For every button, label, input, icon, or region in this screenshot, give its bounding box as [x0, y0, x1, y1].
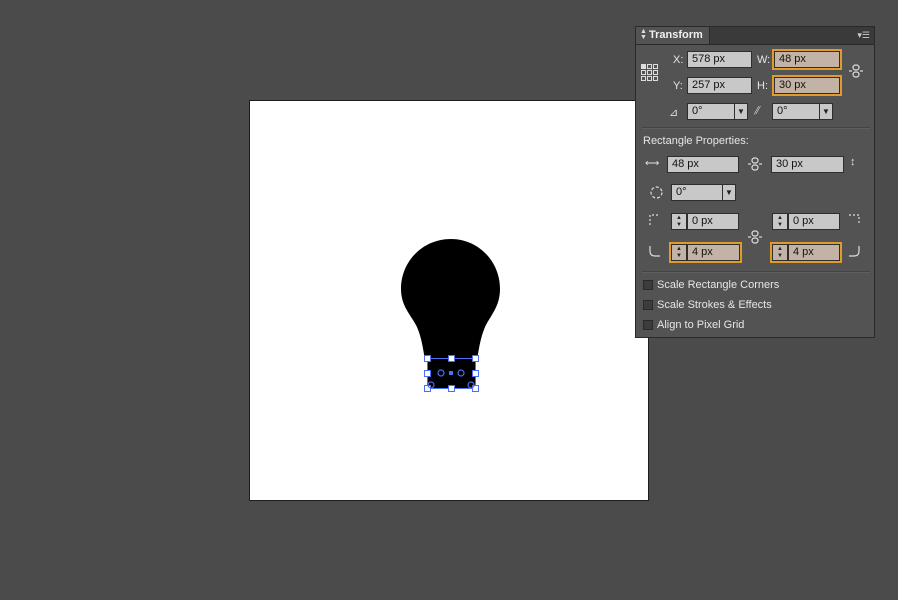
artboard[interactable] — [249, 100, 649, 501]
handle-tm — [448, 355, 455, 362]
h-label: H: — [757, 80, 768, 92]
x-label: X: — [673, 54, 684, 66]
panel-title: Transform — [649, 29, 703, 41]
align-pixel-grid-label[interactable]: Align to Pixel Grid — [657, 319, 744, 331]
scale-strokes-label[interactable]: Scale Strokes & Effects — [657, 299, 772, 311]
handle-bl — [424, 385, 431, 392]
rectangle-properties-heading: Rectangle Properties: — [643, 135, 749, 147]
rotate-dropdown-arrow[interactable]: ▼ — [734, 103, 748, 120]
rect-height-icon: ↕ — [850, 156, 856, 168]
rect-rotation-dropdown-arrow[interactable]: ▼ — [722, 184, 736, 201]
transform-panel: ▲ ▼ Transform ▾☰ X: 578 px W: 48 px Y: 25… — [635, 26, 875, 338]
rect-height-input[interactable]: 30 px — [771, 156, 844, 173]
rect-link-icon[interactable] — [747, 156, 763, 172]
lightbulb-shape — [401, 239, 500, 360]
rect-width-input[interactable]: 48 px — [667, 156, 739, 173]
panel-menu-icon[interactable]: ▾☰ — [856, 30, 870, 40]
reference-point-grid-icon[interactable] — [641, 64, 659, 82]
shear-dropdown-arrow[interactable]: ▼ — [819, 103, 833, 120]
link-proportions-icon[interactable] — [848, 63, 864, 79]
corner-tl-input[interactable]: 0 px — [687, 213, 739, 230]
tab-transform[interactable]: ▲ ▼ Transform — [636, 27, 710, 44]
divider — [642, 271, 870, 273]
scale-corners-label[interactable]: Scale Rectangle Corners — [657, 279, 779, 291]
shear-angle-icon: ⫽ — [754, 105, 759, 117]
align-pixel-grid-checkbox[interactable] — [643, 320, 653, 330]
handle-bm — [448, 385, 455, 392]
x-input[interactable]: 578 px — [687, 51, 752, 68]
scale-strokes-checkbox[interactable] — [643, 300, 653, 310]
divider — [642, 127, 870, 129]
rect-rotation-input[interactable]: 0° — [671, 184, 723, 201]
handle-tl — [424, 355, 431, 362]
handle-mr — [472, 370, 479, 377]
corner-bl-input[interactable]: 4 px — [687, 244, 740, 261]
panel-header: ▲ ▼ Transform ▾☰ — [636, 27, 874, 45]
corner-bl-stepper[interactable]: ▲ ▼ — [671, 244, 687, 261]
rotate-input[interactable]: 0° — [687, 103, 735, 120]
y-label: Y: — [673, 80, 683, 92]
rotate-angle-icon: ⊿ — [669, 107, 679, 119]
corner-tr-icon — [849, 214, 860, 225]
shear-input[interactable]: 0° — [772, 103, 820, 120]
corner-tl-stepper[interactable]: ▲ ▼ — [671, 213, 687, 230]
corner-tr-stepper[interactable]: ▲ ▼ — [772, 213, 788, 230]
corner-br-stepper[interactable]: ▲ ▼ — [772, 244, 788, 261]
h-input[interactable]: 30 px — [774, 77, 840, 94]
w-input[interactable]: 48 px — [774, 51, 840, 68]
rect-width-icon: ⟷ — [645, 158, 660, 169]
w-label: W: — [757, 54, 771, 66]
artwork — [401, 239, 500, 392]
corner-tr-input[interactable]: 0 px — [788, 213, 840, 230]
corner-br-input[interactable]: 4 px — [788, 244, 840, 261]
corner-link-icon[interactable] — [747, 229, 763, 245]
y-input[interactable]: 257 px — [687, 77, 752, 94]
corner-bl-icon — [649, 246, 660, 257]
handle-ml — [424, 370, 431, 377]
corner-br-icon — [849, 246, 860, 257]
collapse-arrows-icon[interactable]: ▲ ▼ — [640, 28, 647, 41]
corner-tl-icon — [649, 214, 660, 225]
handle-tr — [472, 355, 479, 362]
center-point — [449, 371, 453, 375]
rotation-icon — [650, 186, 663, 199]
scale-corners-checkbox[interactable] — [643, 280, 653, 290]
